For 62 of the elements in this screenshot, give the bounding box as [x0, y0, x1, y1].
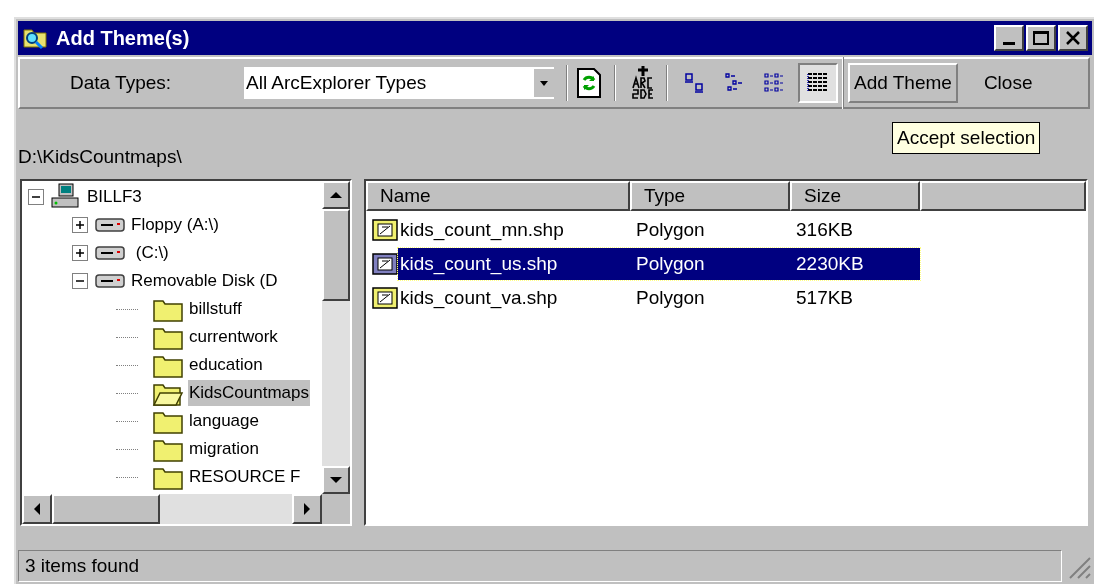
data-types-label: Data Types:: [70, 70, 173, 95]
horizontal-scrollbar[interactable]: [22, 494, 322, 524]
file-row[interactable]: kids_count_us.shp Polygon 2230KB: [398, 248, 920, 280]
scroll-up-button[interactable]: [322, 181, 350, 209]
left-arrow-icon: [33, 503, 41, 515]
arc-sde-icon[interactable]: [630, 66, 656, 100]
tree-item[interactable]: migration: [188, 436, 260, 462]
table-cell-text: 2230KB: [796, 251, 865, 276]
right-arrow-icon: [303, 503, 311, 515]
collapse-toggle-icon[interactable]: [72, 273, 88, 289]
table-cell-text: kids_count_us.shp: [399, 251, 559, 277]
computer-icon: [50, 183, 82, 211]
data-types-value: All ArcExplorer Types: [246, 70, 428, 95]
status-text: 3 items found: [25, 553, 140, 578]
folder-magnifier-icon: [22, 26, 48, 50]
polygon-file-icon: [372, 252, 398, 276]
expand-toggle-icon[interactable]: [72, 217, 88, 233]
table-cell-text: kids_count_mn.shp: [399, 217, 565, 243]
maximize-button[interactable]: [1026, 25, 1056, 51]
table-cell-text: Polygon: [636, 285, 706, 310]
scroll-right-button[interactable]: [292, 494, 322, 524]
scrollbar-corner: [322, 494, 350, 524]
polygon-file-icon: [372, 218, 398, 242]
file-row[interactable]: kids_count_mn.shp Polygon 316KB: [398, 214, 920, 246]
column-header[interactable]: Name: [366, 181, 630, 211]
tree-item[interactable]: education: [188, 352, 264, 378]
refresh-document-icon[interactable]: [576, 67, 602, 99]
tree-item[interactable]: Floppy (A:\): [130, 212, 220, 238]
expand-toggle-icon[interactable]: [72, 245, 88, 261]
scroll-thumb[interactable]: [322, 209, 350, 301]
table-cell-text: Polygon: [636, 251, 706, 276]
vertical-scrollbar[interactable]: [322, 181, 350, 494]
scroll-left-button[interactable]: [22, 494, 52, 524]
tooltip: Accept selection: [892, 122, 1041, 154]
scroll-down-button[interactable]: [322, 466, 350, 494]
tree-item[interactable]: billstuff: [188, 296, 243, 322]
collapse-toggle-icon[interactable]: [28, 189, 44, 205]
table-cell-text: Polygon: [636, 217, 706, 242]
table-cell-text: 316KB: [796, 217, 855, 242]
tree-item[interactable]: KidsCountmaps: [188, 380, 310, 406]
path-label: D:\KidsCountmaps\: [18, 144, 182, 169]
tree-item[interactable]: currentwork: [188, 324, 279, 350]
down-arrow-icon: [330, 476, 342, 484]
file-row[interactable]: kids_count_va.shp Polygon 517KB: [398, 282, 920, 314]
tree-item[interactable]: BILLF3: [86, 184, 143, 210]
table-cell-text: 517KB: [796, 285, 855, 310]
tree-item[interactable]: language: [188, 408, 260, 434]
minimize-button[interactable]: [994, 25, 1024, 51]
table-cell-text: kids_count_va.shp: [399, 285, 559, 311]
up-arrow-icon: [330, 191, 342, 199]
tree-item[interactable]: Removable Disk (D: [130, 268, 279, 294]
close-icon[interactable]: [1058, 25, 1088, 51]
tree-item[interactable]: RESOURCE F: [188, 464, 302, 490]
tree-item[interactable]: (C:\): [130, 240, 170, 266]
view-mode-button[interactable]: [798, 63, 838, 103]
scroll-thumb[interactable]: [52, 494, 160, 524]
add-theme-button[interactable]: Add Theme: [848, 63, 958, 103]
data-types-dropdown[interactable]: All ArcExplorer Types: [244, 67, 554, 99]
column-header[interactable]: Size: [790, 181, 920, 211]
polygon-file-icon: [372, 286, 398, 310]
column-header[interactable]: Type: [630, 181, 790, 211]
window-title: Add Theme(s): [56, 26, 190, 51]
